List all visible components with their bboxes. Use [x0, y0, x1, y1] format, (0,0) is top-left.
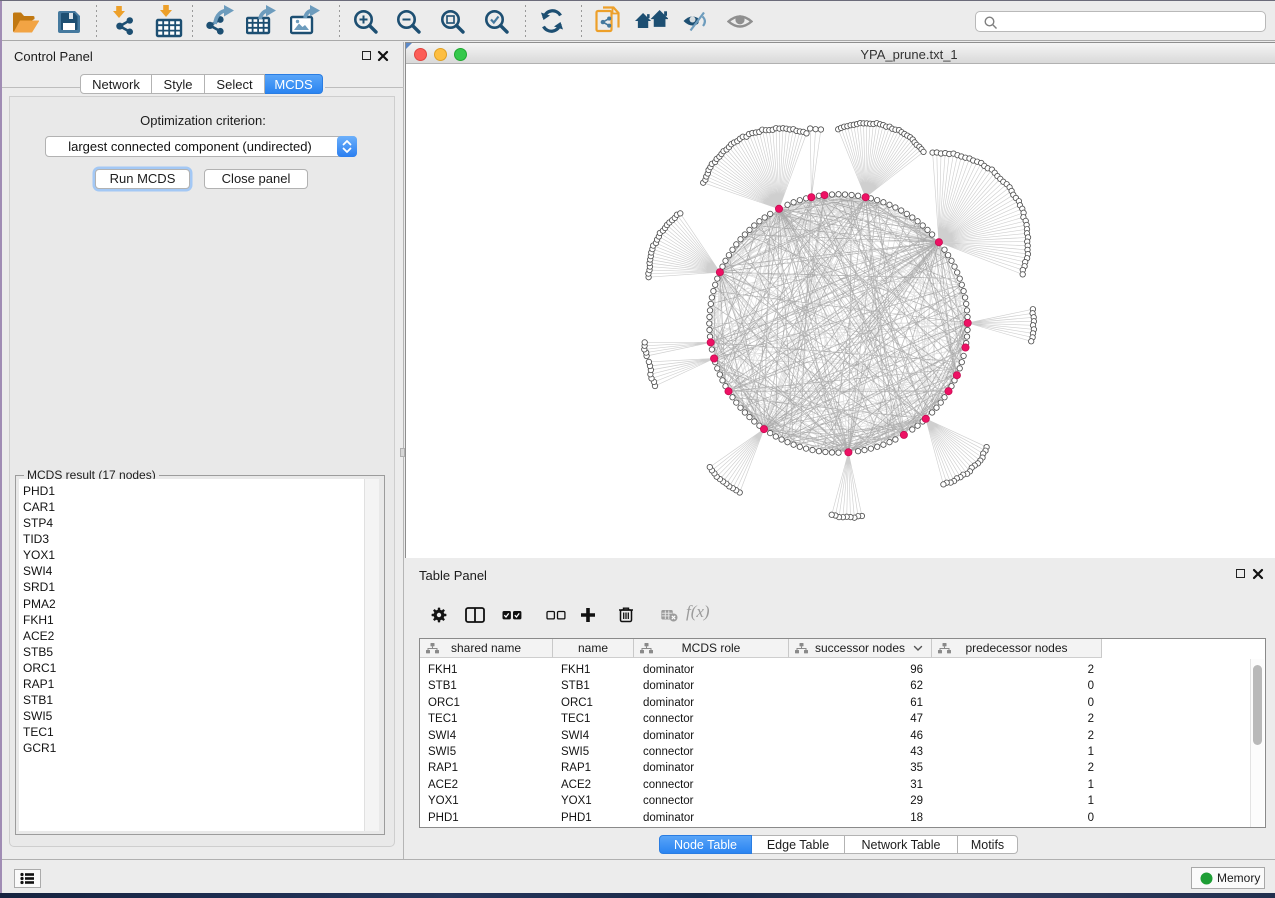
svg-text:f(x): f(x)	[686, 603, 710, 621]
